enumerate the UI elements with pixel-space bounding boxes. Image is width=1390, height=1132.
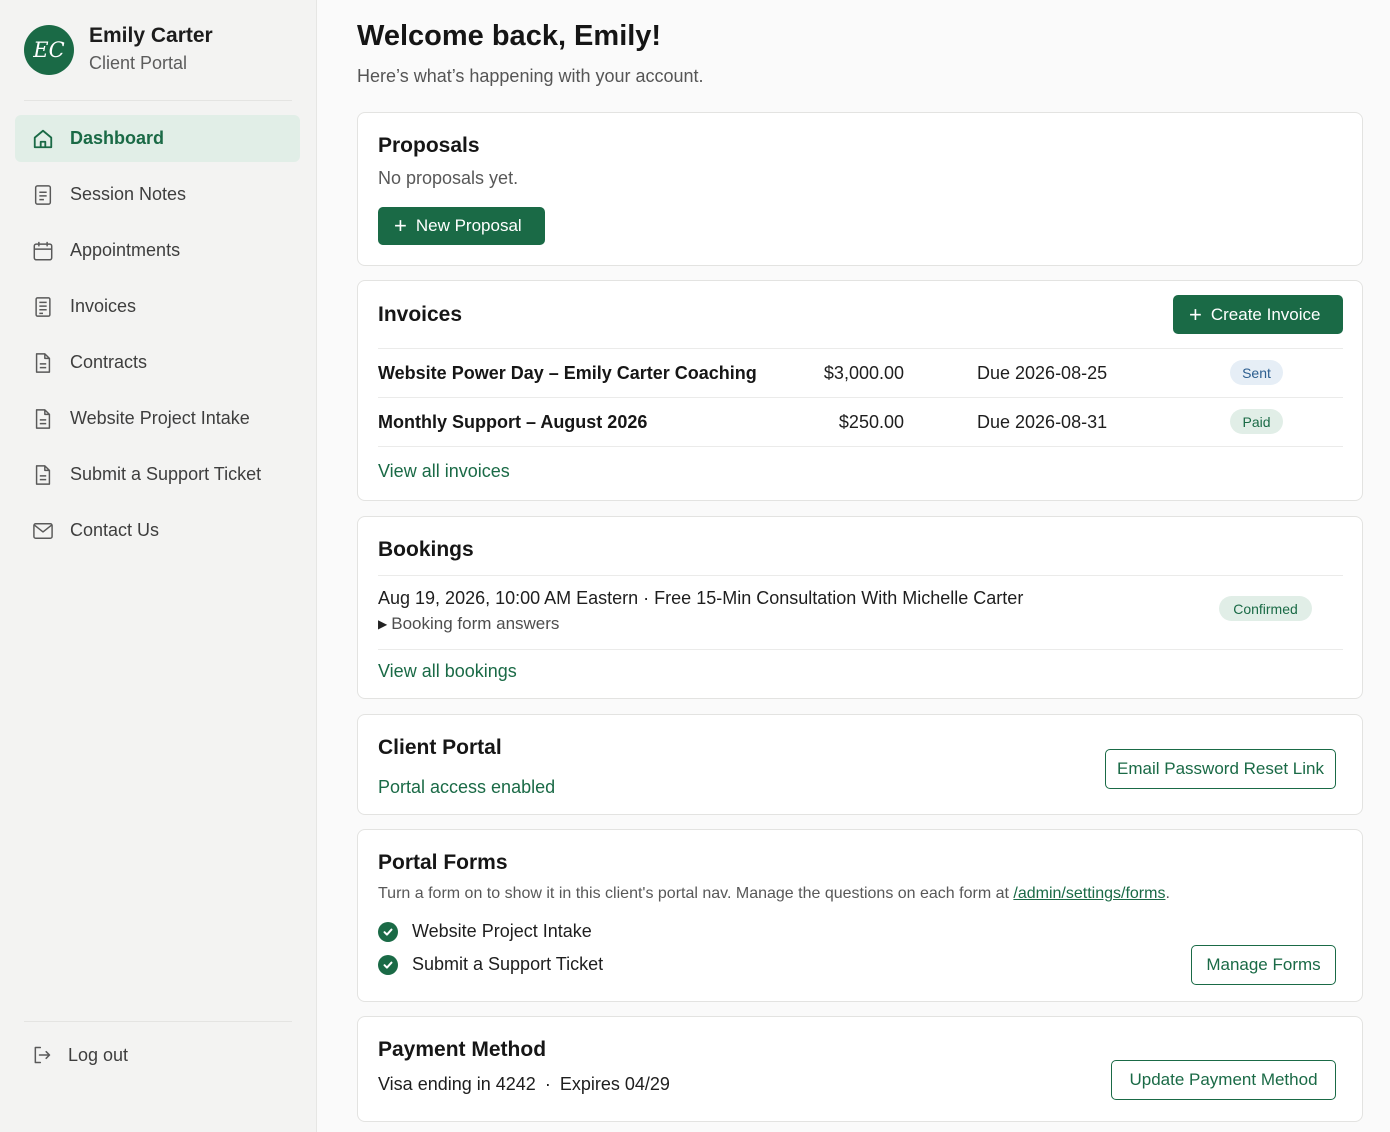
sidebar-item-label: Invoices [70, 296, 137, 316]
payment-card-info: Visa ending in 4242 · Expires 04/29 [378, 1074, 670, 1095]
status-badge: Confirmed [1219, 596, 1312, 621]
sidebar-item-dashboard[interactable]: Dashboard [15, 115, 300, 162]
status-badge: Paid [1230, 409, 1283, 434]
table-row[interactable]: Monthly Support – August 2026 $250.00 Du… [378, 398, 1343, 446]
payment-method-title: Payment Method [378, 1038, 547, 1061]
document-icon [32, 408, 54, 430]
page-subtitle: Here’s what’s happening with your accoun… [357, 66, 704, 86]
card-expiry: Expires 04/29 [559, 1074, 670, 1094]
calendar-icon [32, 240, 54, 262]
page-title: Welcome back, Emily! [357, 20, 662, 52]
logout-icon [32, 1045, 52, 1065]
sidebar-item-label: Contracts [70, 352, 148, 372]
invoice-amount: $3,000.00 [823, 363, 904, 383]
disclosure-triangle-icon: ▶ [378, 617, 388, 631]
proposals-card: Proposals No proposals yet. + New Propos… [357, 112, 1363, 266]
invoice-due-date: Due 2026-08-31 [977, 412, 1108, 432]
sidebar-item-label: Website Project Intake [70, 408, 250, 428]
form-toggle-submit-support-ticket[interactable]: Submit a Support Ticket [378, 954, 603, 975]
invoice-amount: $250.00 [838, 412, 904, 432]
bookings-card: Bookings Aug 19, 2026, 10:00 AM Eastern … [357, 516, 1363, 699]
client-portal-card: Client Portal Portal access enabled Emai… [357, 714, 1363, 815]
form-toggle-website-project-intake[interactable]: Website Project Intake [378, 921, 592, 942]
plus-icon: + [1189, 301, 1202, 327]
portal-forms-title: Portal Forms [378, 851, 508, 874]
document-icon [32, 464, 54, 486]
booking-details-toggle[interactable]: ▶ Booking form answers [378, 614, 559, 634]
sidebar-item-contact-us[interactable]: Contact Us [15, 507, 300, 554]
sidebar-item-contracts[interactable]: Contracts [15, 339, 300, 386]
user-profile: EC Emily Carter Client Portal [24, 23, 213, 76]
home-icon [32, 128, 54, 150]
mail-icon [32, 520, 54, 542]
note-icon [32, 184, 54, 206]
description-text: Turn a form on to show it in this client… [378, 885, 1014, 902]
table-row[interactable]: Website Power Day – Emily Carter Coachin… [378, 349, 1343, 397]
row-divider [378, 446, 1343, 447]
avatar: EC [24, 24, 74, 75]
sidebar-divider [24, 1021, 292, 1022]
check-circle-icon [378, 954, 398, 975]
invoice-due-date: Due 2026-08-25 [977, 363, 1108, 383]
separator-dot: · [544, 1074, 551, 1094]
logout-button[interactable]: Log out [32, 1036, 128, 1074]
sidebar-item-session-notes[interactable]: Session Notes [15, 171, 300, 218]
card-text: Visa ending in 4242 [378, 1074, 536, 1094]
portal-forms-description: Turn a form on to show it in this client… [378, 885, 1170, 903]
portal-access-status: Portal access enabled [378, 777, 556, 797]
invoice-name: Monthly Support – August 2026 [378, 412, 648, 432]
invoices-title: Invoices [378, 303, 463, 326]
description-end: . [1165, 885, 1170, 902]
client-portal-title: Client Portal [378, 736, 502, 759]
bookings-title: Bookings [378, 538, 474, 561]
user-name: Emily Carter [89, 24, 213, 47]
proposals-title: Proposals [378, 134, 480, 157]
booking-details-label: Booking form answers [391, 614, 560, 633]
email-password-reset-button[interactable]: Email Password Reset Link [1105, 749, 1336, 789]
sidebar-item-label: Session Notes [70, 184, 187, 204]
check-circle-icon [378, 921, 398, 942]
row-divider [378, 649, 1343, 650]
sidebar-item-appointments[interactable]: Appointments [15, 227, 300, 274]
view-all-invoices-link[interactable]: View all invoices [378, 461, 510, 482]
sidebar-item-label: Dashboard [70, 128, 165, 148]
invoices-card: Invoices + Create Invoice Website Power … [357, 280, 1363, 501]
sidebar-item-label: Appointments [70, 240, 181, 260]
create-invoice-label: Create Invoice [1210, 304, 1321, 324]
sidebar-item-support-ticket[interactable]: Submit a Support Ticket [15, 451, 300, 498]
user-subtitle: Client Portal [89, 53, 188, 73]
new-proposal-label: New Proposal [415, 216, 522, 235]
forms-settings-link[interactable]: /admin/settings/forms [1013, 885, 1165, 902]
sidebar-item-website-project-intake[interactable]: Website Project Intake [15, 395, 300, 442]
sidebar-divider [24, 100, 292, 101]
plus-icon: + [394, 213, 407, 238]
sidebar-item-invoices[interactable]: Invoices [15, 283, 300, 330]
portal-forms-card: Portal Forms Turn a form on to show it i… [357, 829, 1363, 1002]
form-label: Submit a Support Ticket [412, 954, 604, 974]
booking-summary: Aug 19, 2026, 10:00 AM Eastern · Free 15… [378, 588, 1024, 608]
logout-label: Log out [68, 1044, 129, 1065]
new-proposal-button[interactable]: + New Proposal [378, 207, 545, 245]
document-icon [32, 352, 54, 374]
sidebar-nav: Dashboard Session Notes Appointments Inv… [15, 115, 300, 563]
update-payment-method-button[interactable]: Update Payment Method [1111, 1060, 1336, 1100]
row-divider [378, 575, 1343, 576]
sidebar-item-label: Submit a Support Ticket [70, 464, 262, 484]
proposals-empty-text: No proposals yet. [378, 168, 519, 188]
form-label: Website Project Intake [412, 921, 592, 941]
sidebar: EC Emily Carter Client Portal Dashboard … [0, 0, 317, 1132]
payment-method-card: Payment Method Visa ending in 4242 · Expir… [357, 1016, 1363, 1122]
receipt-icon [32, 296, 54, 318]
view-all-bookings-link[interactable]: View all bookings [378, 661, 517, 682]
invoice-name: Website Power Day – Emily Carter Coachin… [378, 363, 757, 383]
status-badge: Sent [1230, 360, 1283, 385]
create-invoice-button[interactable]: + Create Invoice [1173, 295, 1343, 334]
manage-forms-button[interactable]: Manage Forms [1191, 945, 1336, 985]
sidebar-item-label: Contact Us [70, 520, 160, 540]
